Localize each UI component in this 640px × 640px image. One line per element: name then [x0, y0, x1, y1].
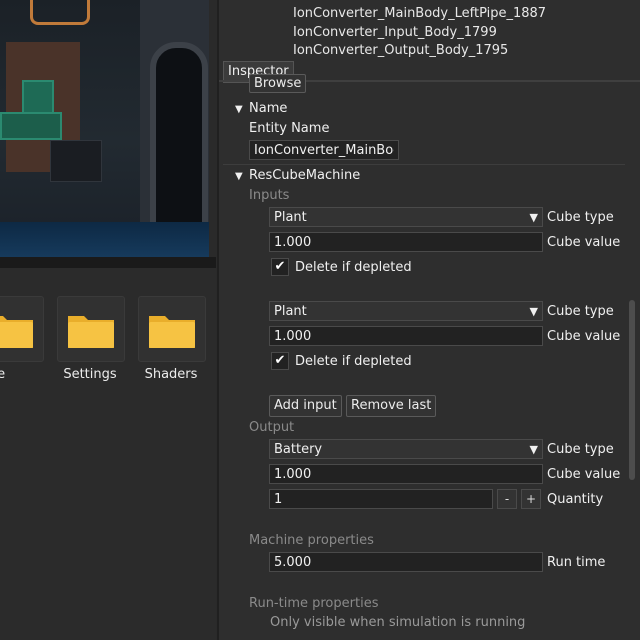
dropdown-arrow-icon: ▼: [529, 305, 538, 318]
output-cube-value-field[interactable]: [269, 464, 543, 484]
run-time-label: Run time: [547, 555, 606, 570]
folder-label-shaders: Shaders: [144, 367, 198, 382]
cube-value-label: Cube value: [547, 329, 621, 344]
quantity-plus-button[interactable]: +: [521, 489, 541, 509]
collapse-triangle-icon: ▼: [235, 104, 243, 115]
output-label: Output: [249, 420, 295, 435]
browse-button[interactable]: Browse: [249, 74, 307, 93]
viewport-crate: [50, 140, 102, 182]
folder-icon: [68, 316, 114, 348]
dropdown-value: Battery: [274, 442, 323, 457]
entity-name-field[interactable]: [249, 140, 399, 160]
hierarchy-item[interactable]: IonConverter_Output_Body_1795: [293, 43, 508, 58]
remove-last-button[interactable]: Remove last: [346, 395, 437, 417]
section-name-header[interactable]: ▼ Name: [235, 101, 287, 116]
folder-label-settings: Settings: [63, 367, 117, 382]
input1-cube-value-field[interactable]: [269, 232, 543, 252]
folder-icon: [0, 316, 33, 348]
viewport-floor: [0, 222, 209, 257]
dropdown-arrow-icon: ▼: [529, 211, 538, 224]
input2-cube-value-field[interactable]: [269, 326, 543, 346]
dropdown-value: Plant: [274, 210, 307, 225]
cube-value-label: Cube value: [547, 467, 621, 482]
section-name-title: Name: [249, 101, 288, 116]
quantity-label: Quantity: [547, 492, 604, 507]
cube-type-label: Cube type: [547, 304, 614, 319]
machine-properties-label: Machine properties: [249, 533, 374, 548]
panel-divider[interactable]: [0, 257, 216, 268]
cube-type-label: Cube type: [547, 210, 614, 225]
input1-delete-checkbox[interactable]: ✔: [271, 258, 289, 276]
asset-browser: ne Settings Shaders: [0, 268, 216, 640]
viewport-doorway: [150, 42, 208, 244]
viewport-machine-screen: [22, 80, 54, 116]
delete-if-depleted-label: Delete if depleted: [295, 354, 412, 369]
run-time-field[interactable]: [269, 552, 543, 572]
quantity-minus-button[interactable]: -: [497, 489, 517, 509]
viewport-pipe: [30, 0, 90, 25]
section-rescube-header[interactable]: ▼ ResCubeMachine: [235, 168, 360, 183]
cube-value-label: Cube value: [547, 235, 621, 250]
checkmark-icon: ✔: [274, 353, 286, 368]
input2-delete-checkbox[interactable]: ✔: [271, 352, 289, 370]
viewport-console: [0, 112, 62, 140]
folder-tile-settings[interactable]: [57, 296, 125, 362]
hierarchy-item[interactable]: IonConverter_Input_Body_1799: [293, 25, 497, 40]
entity-name-label: Entity Name: [249, 121, 330, 136]
add-input-button[interactable]: Add input: [269, 395, 342, 417]
scene-viewport[interactable]: [0, 0, 209, 257]
checkmark-icon: ✔: [274, 259, 286, 274]
collapse-triangle-icon: ▼: [235, 171, 243, 182]
folder-label: ne: [0, 367, 6, 382]
inputs-label: Inputs: [249, 188, 290, 203]
runtime-properties-label: Run-time properties: [249, 596, 379, 611]
folder-icon: [149, 316, 195, 348]
dropdown-arrow-icon: ▼: [529, 443, 538, 456]
output-cube-type-dropdown[interactable]: Battery ▼: [269, 439, 543, 459]
folder-tile-shaders[interactable]: [138, 296, 206, 362]
section-rescube-title: ResCubeMachine: [249, 168, 361, 183]
input2-cube-type-dropdown[interactable]: Plant ▼: [269, 301, 543, 321]
hierarchy-item[interactable]: IonConverter_MainBody_LeftPipe_1887: [293, 6, 546, 21]
folder-tile[interactable]: [0, 296, 44, 362]
runtime-note: Only visible when simulation is running: [270, 615, 526, 630]
quantity-field[interactable]: [269, 489, 493, 509]
right-panel: IonConverter_MainBody_LeftPipe_1887 IonC…: [217, 0, 640, 640]
inspector-scrollbar[interactable]: [629, 300, 635, 480]
cube-type-label: Cube type: [547, 442, 614, 457]
delete-if-depleted-label: Delete if depleted: [295, 260, 412, 275]
separator: [223, 164, 625, 165]
input1-cube-type-dropdown[interactable]: Plant ▼: [269, 207, 543, 227]
dropdown-value: Plant: [274, 304, 307, 319]
